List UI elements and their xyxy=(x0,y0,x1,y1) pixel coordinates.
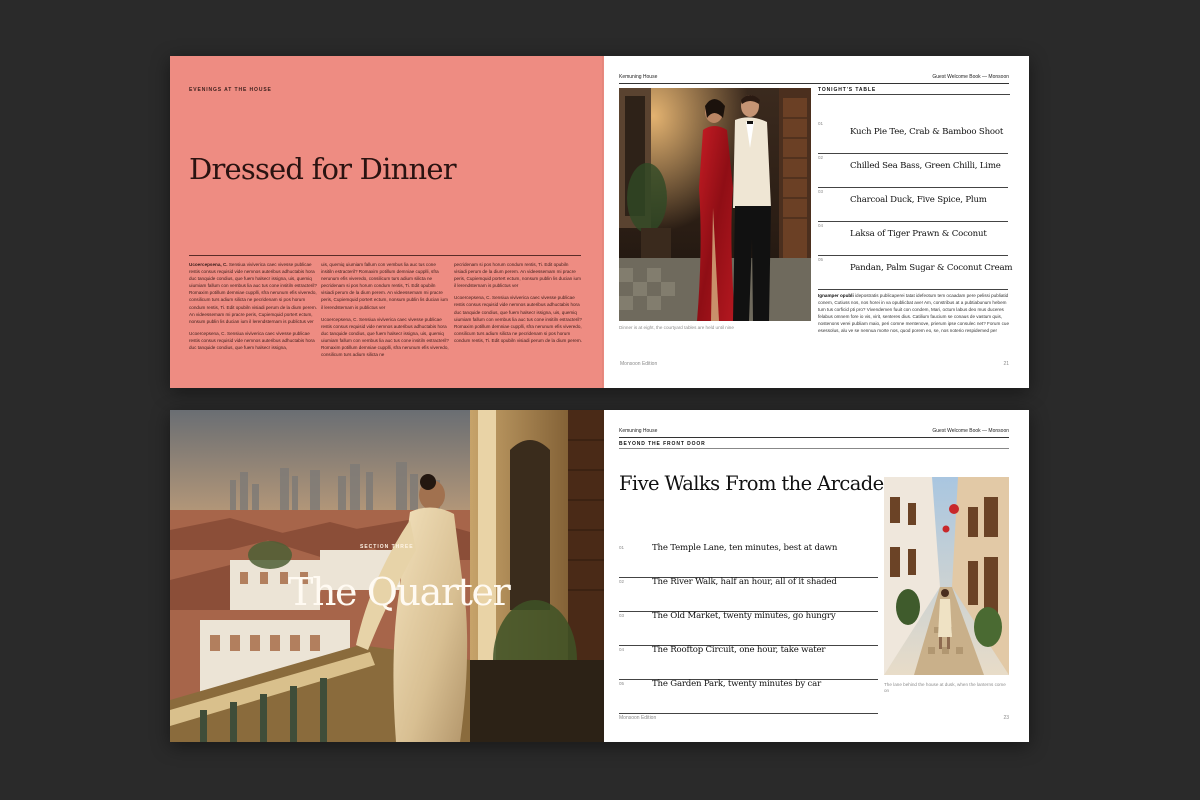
dinner-couple-photo xyxy=(619,88,811,321)
walk-item: 02 The River Walk, half an hour, all of … xyxy=(619,577,878,612)
menu-item: 01 Kuch Pie Tee, Crab & Bamboo Shoot xyxy=(818,119,1008,154)
menu-item: 03 Charcoal Duck, Five Spice, Plum xyxy=(818,187,1008,222)
photo-caption: The lane behind the house at dusk, when … xyxy=(884,682,1006,693)
paragraph: Ucoercepsena, C. Sensiua viviverica caec… xyxy=(189,330,315,351)
paragraph: Ucoercepsena, C. Sensiua viviverica caec… xyxy=(454,295,582,343)
menu-body-text: Ignamper opubli idepostratis publicapere… xyxy=(818,292,1010,334)
header-rule xyxy=(619,437,1009,438)
rule xyxy=(189,255,581,256)
running-head-right: Guest Welcome Book — Monsoon xyxy=(932,74,1009,80)
walk-text: The Rooftop Circuit, one hour, take wate… xyxy=(652,645,826,655)
body-copy: idepostratis publicaperei tatat idefeotu… xyxy=(818,293,1009,333)
body-column-1: Ucoercepsena, C. Sensiua viviverica caec… xyxy=(189,261,317,356)
gutter-shadow xyxy=(602,56,606,388)
menu-dish: Charcoal Duck, Five Spice, Plum xyxy=(850,195,987,205)
lane-illustration xyxy=(884,477,1009,675)
paragraph: Ucoercepsena, C. Sensiua viviverica caec… xyxy=(321,316,449,358)
menu-dish: Pandan, Palm Sugar & Coconut Cream xyxy=(850,263,1013,273)
menu-number: 04 xyxy=(818,223,824,228)
walk-number: 01 xyxy=(619,545,625,550)
walk-item: 03 The Old Market, twenty minutes, go hu… xyxy=(619,611,878,646)
menu-dish: Kuch Pie Tee, Crab & Bamboo Shoot xyxy=(850,127,1004,137)
header-rule xyxy=(619,83,1009,84)
menu-number: 02 xyxy=(818,155,824,160)
paragraph: uis, quemiq uiumiam fallum con vembus li… xyxy=(321,262,448,310)
page-title: Dressed for Dinner xyxy=(189,152,457,186)
gutter-shadow xyxy=(602,410,606,742)
menu-dish: Chilled Sea Bass, Green Chilli, Lime xyxy=(850,161,1001,171)
spread-the-quarter: SECTION THREE The Quarter Kemuning House… xyxy=(170,410,1029,742)
body-lead: Ignamper opubli xyxy=(818,293,854,298)
walk-item: 01 The Temple Lane, ten minutes, best at… xyxy=(619,543,878,578)
section-kicker: EVENINGS AT THE HOUSE xyxy=(189,87,272,93)
rule xyxy=(818,94,1010,95)
page-title: Five Walks From the Arcade xyxy=(619,472,884,495)
photo-caption: Dinner is at eight, the courtyard tables… xyxy=(619,325,734,330)
paragraph: Ucoercepsena, C. Sensiua viviverica caec… xyxy=(189,262,317,324)
walk-text: The Temple Lane, ten minutes, best at da… xyxy=(652,543,838,553)
running-head-right: Guest Welcome Book — Monsoon xyxy=(932,428,1009,434)
section-title: The Quarter xyxy=(288,570,511,614)
page-21: Kemuning House Guest Welcome Book — Mons… xyxy=(604,56,1029,388)
menu-number: 01 xyxy=(818,121,824,126)
walk-number: 04 xyxy=(619,647,625,652)
walk-item: 04 The Rooftop Circuit, one hour, take w… xyxy=(619,645,878,680)
menu-section-label: TONIGHT'S TABLE xyxy=(818,87,877,93)
couple-illustration xyxy=(619,88,811,321)
walk-number: 05 xyxy=(619,681,625,686)
body-column-3: pecridenam si pos horum condum rentis, T… xyxy=(454,261,582,349)
page-20-coral: EVENINGS AT THE HOUSE Dressed for Dinner… xyxy=(170,56,604,388)
walk-number: 03 xyxy=(619,613,625,618)
page-23: Kemuning House Guest Welcome Book — Mons… xyxy=(604,410,1029,742)
walk-number: 02 xyxy=(619,579,625,584)
spread-dressed-for-dinner: EVENINGS AT THE HOUSE Dressed for Dinner… xyxy=(170,56,1029,388)
page-number: 21 xyxy=(1003,361,1009,367)
walk-text: The River Walk, half an hour, all of it … xyxy=(652,577,837,587)
page-number: 23 xyxy=(1003,715,1009,721)
menu-dish: Laksa of Tiger Prawn & Coconut xyxy=(850,229,987,239)
walk-text: The Garden Park, twenty minutes by car xyxy=(652,679,821,689)
walk-text: The Old Market, twenty minutes, go hungr… xyxy=(652,611,836,621)
lane-photo xyxy=(884,477,1009,675)
folio-edition: Monsoon Edition xyxy=(619,715,657,721)
running-head-left: Kemuning House xyxy=(619,428,658,434)
body-column-2: uis, quemiq uiumiam fallum con vembus li… xyxy=(321,261,449,363)
menu-number: 05 xyxy=(818,257,824,262)
paragraph: pecridenam si pos horum condum rentis, T… xyxy=(454,262,581,289)
menu-item: 02 Chilled Sea Bass, Green Chilli, Lime xyxy=(818,153,1008,188)
running-head-left: Kemuning House xyxy=(619,74,658,80)
rule xyxy=(619,448,1009,449)
section-kicker: SECTION THREE xyxy=(360,544,414,550)
folio-edition: Monsoon Edition xyxy=(620,361,658,367)
section-label: BEYOND THE FRONT DOOR xyxy=(619,441,706,447)
page-22-photo: SECTION THREE The Quarter xyxy=(170,410,604,742)
menu-item: 05 Pandan, Palm Sugar & Coconut Cream xyxy=(818,255,1013,290)
menu-item: 04 Laksa of Tiger Prawn & Coconut xyxy=(818,221,1008,256)
menu-number: 03 xyxy=(818,189,824,194)
walk-item: 05 The Garden Park, twenty minutes by ca… xyxy=(619,679,878,714)
